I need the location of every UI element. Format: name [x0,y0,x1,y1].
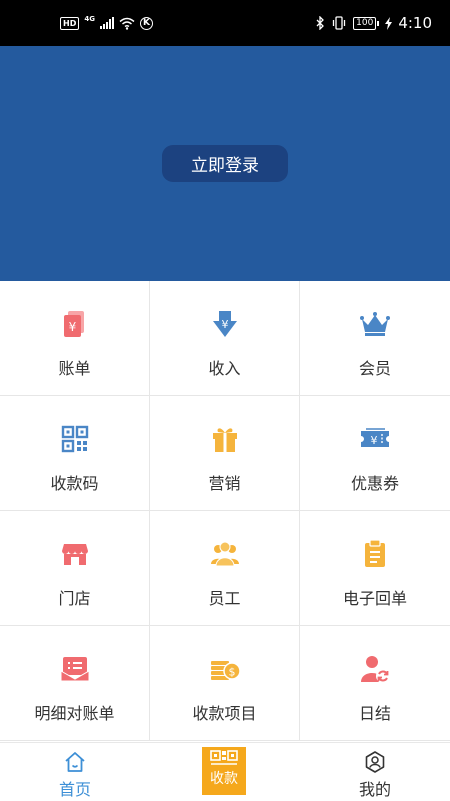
tile-label: 收入 [208,359,241,378]
tile-marketing[interactable]: 营销 [150,396,300,511]
tile-income[interactable]: ¥ 收入 [150,281,300,396]
collect-label: 收款 [210,771,238,787]
gift-icon [209,423,241,455]
status-bar: HD 4G K 100 4:10 [0,0,450,46]
coins-icon: $ [209,653,241,685]
home-icon [65,752,85,772]
tile-bill[interactable]: ¥ 账单 [0,281,150,396]
tile-e-receipt[interactable]: 电子回单 [300,511,450,626]
tile-statement[interactable]: 明细对账单 [0,626,150,741]
tile-collection-items[interactable]: $ 收款项目 [150,626,300,741]
charging-icon [385,16,393,30]
tile-label: 日结 [358,704,391,723]
svg-text:¥: ¥ [69,320,77,334]
k-app-icon: K [139,16,153,30]
tile-label: 收款码 [50,474,99,493]
svg-text:$: $ [229,666,236,679]
collect-payment-button[interactable]: 收款 [202,747,246,795]
tile-store[interactable]: 门店 [0,511,150,626]
tile-label: 门店 [58,589,91,608]
status-right: 100 4:10 [316,0,432,46]
signal-icon [99,17,114,29]
tile-label: 账单 [58,359,91,378]
svg-text:¥: ¥ [371,434,378,447]
nav-mine-label: 我的 [358,780,391,799]
svg-text:¥: ¥ [222,318,229,331]
tile-label: 电子回单 [342,589,407,608]
statement-icon [59,653,91,685]
tile-label: 优惠券 [350,474,399,493]
tile-label: 明细对账单 [34,704,115,723]
nav-mine[interactable]: 我的 [300,743,450,801]
clipboard-icon [359,538,391,570]
wifi-icon [119,17,135,30]
tile-coupon[interactable]: ¥ 优惠券 [300,396,450,511]
battery-level: 100 [353,16,377,30]
vibrate-icon [332,16,346,30]
bluetooth-icon [316,16,325,30]
profile-icon [365,751,385,773]
network-type: 4G [84,15,95,23]
tile-member[interactable]: 会员 [300,281,450,396]
feature-grid: ¥ 账单 ¥ 收入 会员 收款码 营销 ¥ 优惠券 门店 员工 电子回单 明细对… [0,281,450,742]
status-left: HD 4G K [60,0,153,46]
tile-label: 收款项目 [192,704,257,723]
store-icon [59,538,91,570]
income-icon: ¥ [209,308,241,340]
tile-label: 会员 [358,359,391,378]
header-banner: 立即登录 [0,46,450,281]
tile-staff[interactable]: 员工 [150,511,300,626]
bill-icon: ¥ [59,308,91,340]
crown-icon [359,308,391,340]
battery-icon: 100 [353,16,380,30]
nav-home-label: 首页 [58,780,91,799]
tile-label: 员工 [208,589,241,608]
tile-label: 营销 [208,474,241,493]
staff-icon [209,538,241,570]
tile-qr-code[interactable]: 收款码 [0,396,150,511]
login-button[interactable]: 立即登录 [162,145,288,182]
status-time: 4:10 [398,14,432,32]
qr-code-icon [59,423,91,455]
nav-home[interactable]: 首页 [0,743,150,801]
hd-indicator: HD [60,16,80,30]
tile-daily-settle[interactable]: 日结 [300,626,450,741]
qr-scan-icon [210,750,238,765]
daily-settle-icon [359,653,391,685]
coupon-icon: ¥ [359,423,391,455]
